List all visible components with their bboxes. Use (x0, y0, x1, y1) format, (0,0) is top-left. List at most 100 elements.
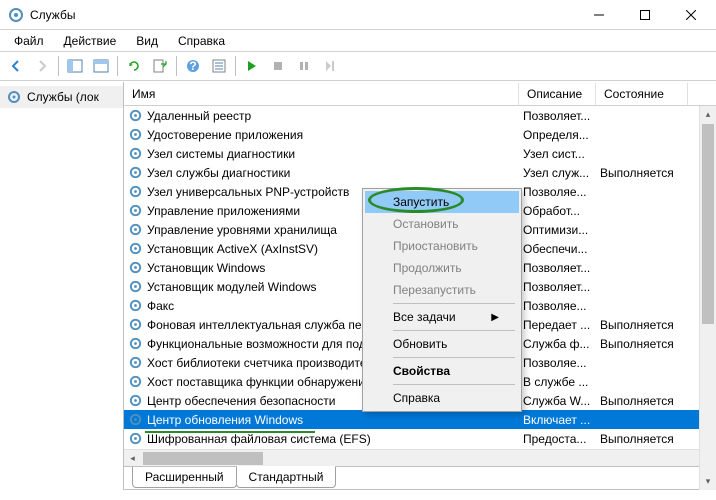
gear-icon (128, 146, 143, 161)
service-description: Узел сист... (523, 147, 585, 161)
app-icon (8, 7, 24, 23)
refresh-button[interactable] (122, 54, 146, 78)
context-menu: Запустить Остановить Приостановить Продо… (362, 188, 522, 412)
ctx-restart: Перезапустить (365, 279, 519, 301)
service-name: Узел универсальных PNP-устройств (147, 185, 349, 199)
service-name: Управление уровнями хранилища (147, 223, 337, 237)
menu-view[interactable]: Вид (126, 32, 168, 50)
menu-action[interactable]: Действие (54, 32, 127, 50)
pause-service-button[interactable] (292, 54, 316, 78)
chevron-right-icon: ▶ (491, 312, 499, 323)
client-area: Службы (лок Имя Описание Состояние Удале… (0, 81, 716, 490)
service-name: Узел службы диагностики (147, 166, 290, 180)
gear-icon (128, 317, 143, 332)
service-row[interactable]: Шифрованная файловая система (EFS) Предос… (124, 429, 716, 448)
export-button[interactable] (89, 54, 113, 78)
ctx-properties[interactable]: Свойства (365, 360, 519, 382)
tree-root-label: Службы (лок (27, 90, 99, 104)
service-description: Служба ф... (523, 337, 589, 351)
service-row[interactable]: Удаленный реестрПозволяет... (124, 106, 716, 125)
service-description: Узел служ... (523, 166, 589, 180)
gear-icon (128, 222, 143, 237)
view-tabs: Расширенный Стандартный (124, 466, 716, 490)
service-row[interactable]: Центр обновления WindowsВключает ... (124, 410, 716, 429)
properties-button[interactable] (207, 54, 231, 78)
gear-icon (128, 108, 143, 123)
column-description[interactable]: Описание (519, 83, 596, 105)
menu-help[interactable]: Справка (168, 32, 235, 50)
toolbar: ? (0, 52, 716, 81)
service-description: Обеспечи... (523, 242, 587, 256)
column-name[interactable]: Имя (124, 83, 519, 105)
scrollbar-thumb[interactable] (702, 124, 714, 324)
service-row[interactable]: Узел системы диагностикиУзел сист... (124, 144, 716, 163)
service-description: Позволяе... (523, 356, 587, 370)
column-state[interactable]: Состояние (596, 83, 688, 105)
service-name: Факс (147, 299, 174, 313)
service-row[interactable]: Удостоверение приложения Определя... (124, 125, 716, 144)
tab-standard[interactable]: Стандартный (236, 466, 337, 488)
service-name: Установщик ActiveX (AxInstSV) (147, 242, 318, 256)
gear-icon (128, 127, 143, 142)
gear-icon (128, 241, 143, 256)
export-list-button[interactable] (148, 54, 172, 78)
ctx-resume: Продолжить (365, 257, 519, 279)
service-name: Функциональные возможности для подк (147, 337, 371, 351)
scroll-down-arrow[interactable]: ▾ (700, 473, 716, 490)
restart-service-button[interactable] (318, 54, 342, 78)
menu-bar: Файл Действие Вид Справка (0, 30, 716, 52)
service-name: Центр обеспечения безопасности (147, 394, 336, 408)
service-description: Определя... (523, 128, 589, 142)
window-title: Службы (30, 8, 576, 22)
service-description: Предоста... (523, 432, 586, 446)
back-button[interactable] (4, 54, 28, 78)
service-description: Включает ... (523, 413, 590, 427)
service-row[interactable]: Узел службы диагностики Узел служ... Выпол… (124, 163, 716, 182)
scroll-left-arrow[interactable]: ◂ (124, 450, 141, 467)
ctx-refresh[interactable]: Обновить (365, 333, 519, 355)
service-name: Управление приложениями (147, 204, 300, 218)
service-name: Удостоверение приложения (147, 128, 303, 142)
service-name: Установщик модулей Windows (147, 280, 316, 294)
stop-service-button[interactable] (266, 54, 290, 78)
minimize-button[interactable] (576, 0, 622, 30)
gear-icon (128, 279, 143, 294)
service-name: Фоновая интеллектуальная служба пере (147, 318, 375, 332)
tree-pane: Службы (лок (0, 82, 124, 490)
service-state: Выполняется (600, 337, 674, 351)
service-name: Шифрованная файловая система (EFS) (147, 432, 371, 446)
service-description: Служба W... (523, 394, 590, 408)
service-state: Выполняется (600, 166, 674, 180)
scroll-up-arrow[interactable]: ▴ (700, 106, 716, 123)
service-state: Выполняется (600, 394, 674, 408)
service-name: Хост библиотеки счетчика производите (147, 356, 367, 370)
service-description: Позволяе... (523, 299, 587, 313)
menu-file[interactable]: Файл (4, 32, 54, 50)
vertical-scrollbar[interactable]: ▴ ▾ (699, 106, 716, 490)
service-description: Обработ... (523, 204, 580, 218)
service-state: Выполняется (600, 318, 674, 332)
ctx-all-tasks[interactable]: Все задачи▶ (365, 306, 519, 328)
start-service-button[interactable] (240, 54, 264, 78)
show-hide-tree-button[interactable] (63, 54, 87, 78)
service-state: Выполняется (600, 432, 674, 446)
close-button[interactable] (668, 0, 714, 30)
service-name: Установщик Windows (147, 261, 265, 275)
gear-icon (128, 336, 143, 351)
tree-root-services[interactable]: Службы (лок (0, 86, 123, 108)
service-description: В службе ... (523, 375, 588, 389)
scrollbar-thumb[interactable] (143, 452, 263, 465)
maximize-button[interactable] (622, 0, 668, 30)
gear-icon (128, 298, 143, 313)
help-button[interactable]: ? (181, 54, 205, 78)
ctx-start[interactable]: Запустить (365, 191, 519, 213)
horizontal-scrollbar[interactable]: ◂ ▸ (124, 449, 716, 466)
gear-icon (128, 431, 143, 446)
gear-icon (128, 393, 143, 408)
service-description: Позволяет... (523, 261, 590, 275)
window-controls (576, 0, 714, 30)
tab-extended[interactable]: Расширенный (132, 467, 237, 488)
forward-button[interactable] (30, 54, 54, 78)
ctx-pause: Приостановить (365, 235, 519, 257)
ctx-help[interactable]: Справка (365, 387, 519, 409)
